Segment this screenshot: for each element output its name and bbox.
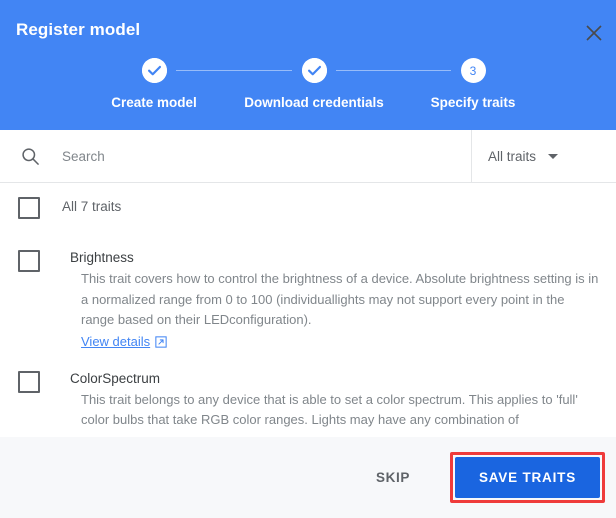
search-icon[interactable] [21, 147, 40, 166]
step-number-circle: 3 [461, 58, 486, 83]
save-traits-highlight: SAVE TRAITS [450, 452, 605, 503]
step-label: Create model [84, 95, 224, 110]
step-specify-traits[interactable]: 3 Specify traits [403, 58, 543, 110]
search-bar: All traits [0, 130, 616, 183]
dialog-footer: SKIP SAVE TRAITS [0, 437, 616, 518]
traits-list: All 7 traits Brightness This trait cover… [0, 183, 616, 431]
trait-checkbox-colorspectrum[interactable] [18, 371, 40, 393]
chevron-down-icon [548, 154, 558, 159]
step-label: Specify traits [403, 95, 543, 110]
check-circle-icon [302, 58, 327, 83]
step-number: 3 [470, 65, 477, 77]
save-traits-button[interactable]: SAVE TRAITS [455, 457, 600, 498]
select-all-checkbox[interactable] [18, 197, 40, 219]
trait-name: Brightness [70, 249, 600, 266]
view-details-label: View details [81, 332, 150, 352]
trait-content: Brightness This trait covers how to cont… [62, 249, 600, 352]
register-model-dialog: Register model Create model [0, 0, 616, 518]
trait-name: ColorSpectrum [70, 370, 600, 387]
trait-content: ColorSpectrum This trait belongs to any … [62, 370, 600, 431]
traits-list-panel[interactable]: All 7 traits Brightness This trait cover… [0, 183, 616, 437]
close-icon[interactable] [579, 18, 609, 48]
step-create-model[interactable]: Create model [84, 58, 224, 110]
list-item-select-all[interactable]: All 7 traits [0, 197, 616, 219]
search-field-group [0, 130, 471, 182]
traits-filter-label: All traits [488, 149, 536, 164]
view-details-link[interactable]: View details [81, 332, 167, 352]
traits-filter-dropdown[interactable]: All traits [471, 130, 616, 182]
list-item-colorspectrum[interactable]: ColorSpectrum This trait belongs to any … [0, 370, 616, 431]
check-circle-icon [142, 58, 167, 83]
select-all-label: All 7 traits [62, 197, 121, 217]
trait-checkbox-brightness[interactable] [18, 250, 40, 272]
trait-description: This trait covers how to control the bri… [81, 269, 600, 331]
step-label: Download credentials [244, 95, 384, 110]
list-item-brightness[interactable]: Brightness This trait covers how to cont… [0, 249, 616, 352]
page-title: Register model [16, 20, 140, 40]
stepper: Create model Download credentials 3 Spec… [0, 58, 616, 120]
dialog-header: Register model Create model [0, 0, 616, 130]
search-input[interactable] [62, 149, 442, 164]
skip-button[interactable]: SKIP [360, 460, 426, 495]
step-download-credentials[interactable]: Download credentials [244, 58, 384, 110]
trait-description: This trait belongs to any device that is… [81, 390, 600, 431]
external-link-icon [155, 336, 167, 348]
